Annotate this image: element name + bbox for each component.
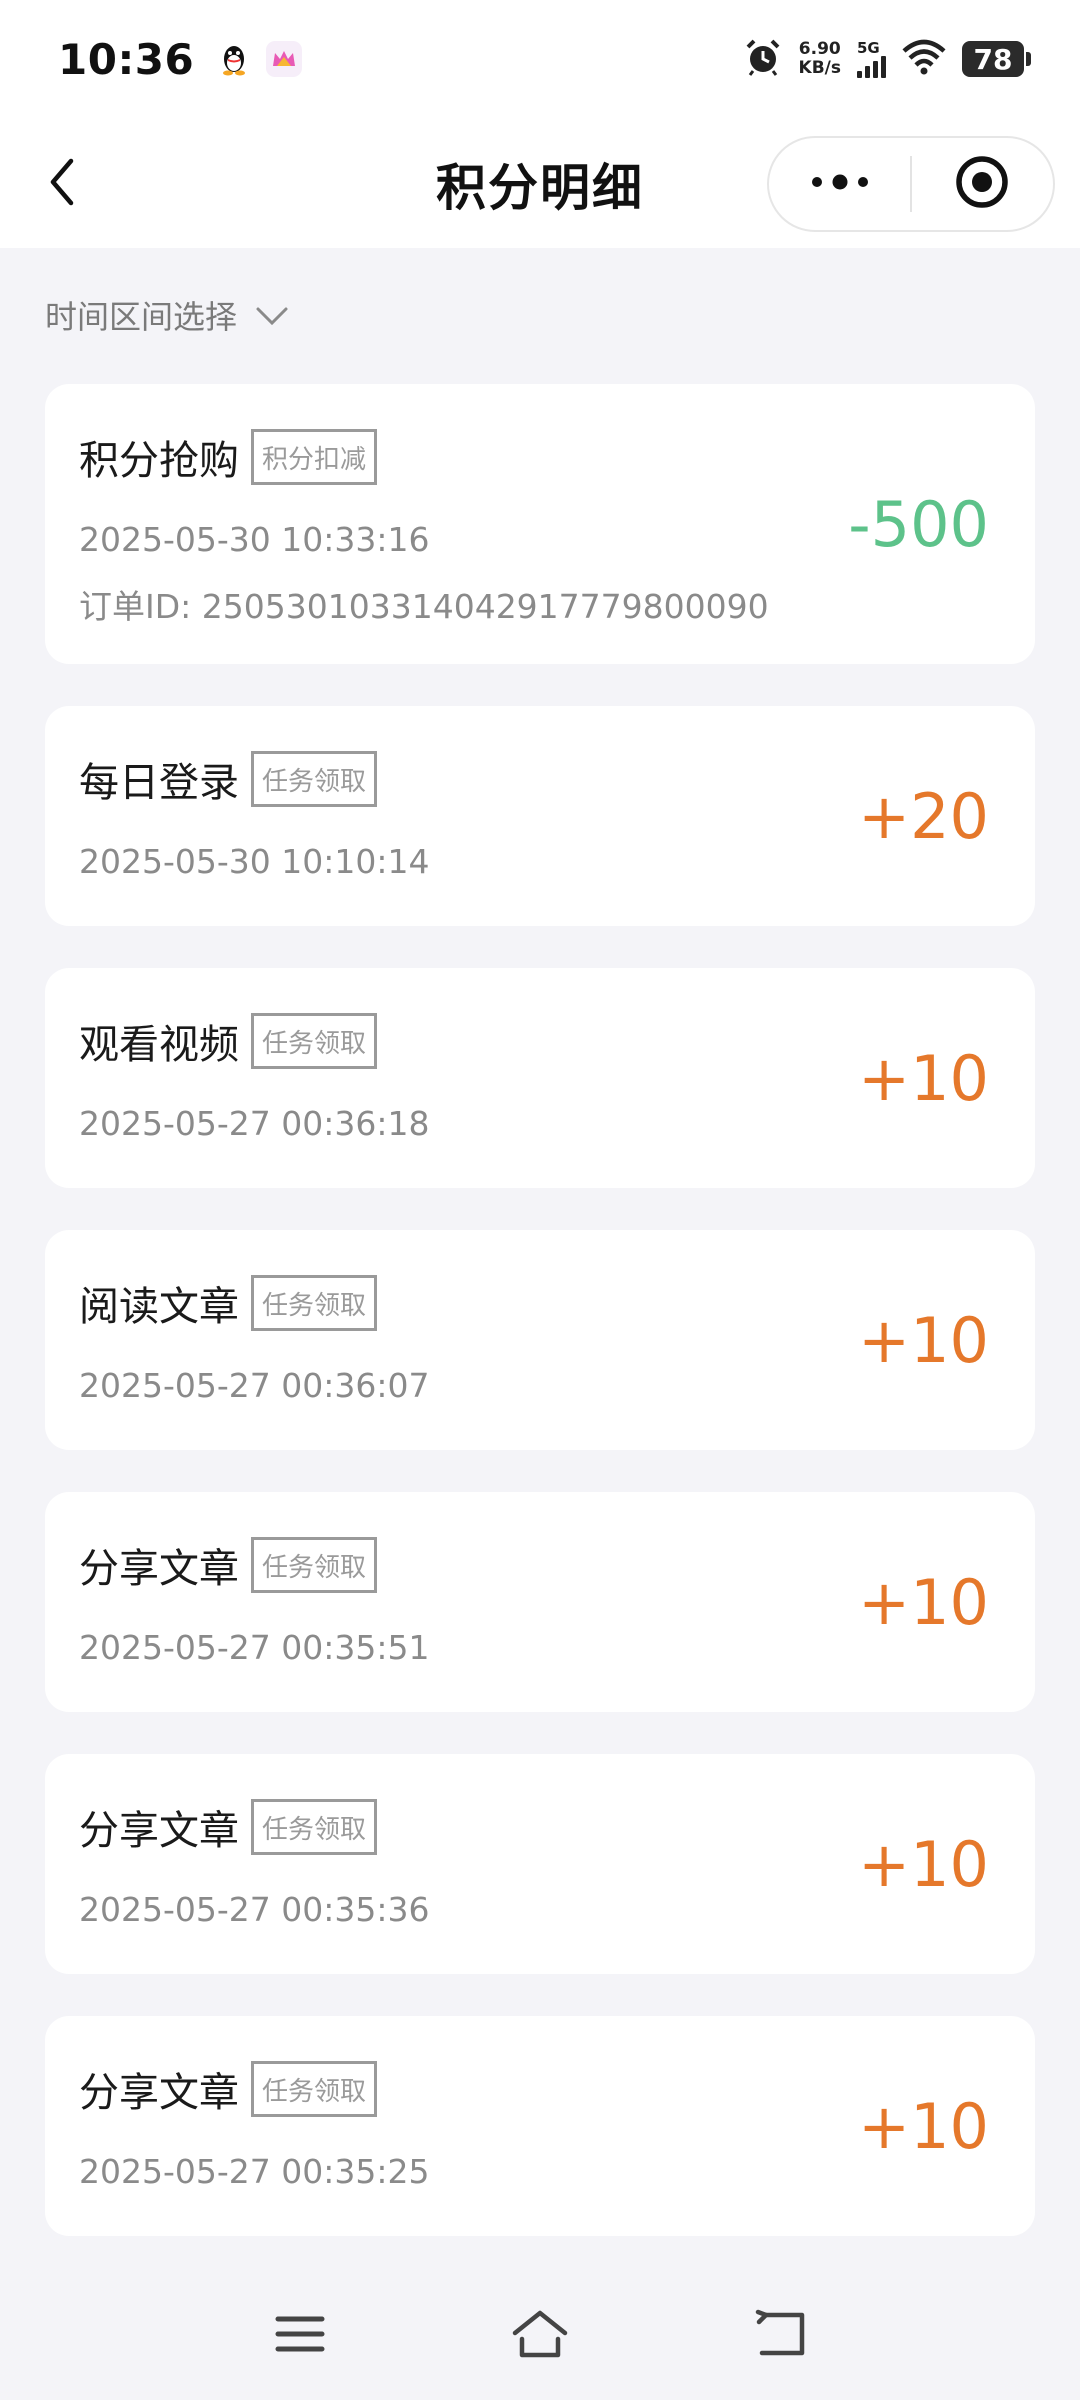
record-time: 2025-05-27 00:35:36 — [79, 1890, 430, 1929]
record-tag: 任务领取 — [251, 1537, 378, 1593]
target-circle-icon — [954, 154, 1010, 214]
record-amount: +10 — [858, 1042, 989, 1115]
system-navigation-bar — [0, 2268, 1080, 2400]
record-card[interactable]: 分享文章 任务领取 2025-05-27 00:35:51 +10 — [45, 1492, 1035, 1712]
menu-button[interactable] — [260, 2296, 340, 2376]
qq-penguin-icon — [216, 41, 253, 77]
record-time: 2025-05-27 00:35:51 — [79, 1628, 430, 1667]
record-title: 分享文章 — [79, 1546, 239, 1592]
net-speed-value: 6.90 — [798, 39, 841, 59]
record-time: 2025-05-30 10:33:16 — [79, 520, 430, 559]
record-card[interactable]: 阅读文章 任务领取 2025-05-27 00:36:07 +10 — [45, 1230, 1035, 1450]
record-title-row: 观看视频 任务领取 — [79, 1012, 378, 1070]
back-nav-button[interactable] — [740, 2296, 820, 2376]
record-card[interactable]: 观看视频 任务领取 2025-05-27 00:36:18 +10 — [45, 968, 1035, 1188]
crown-app-icon — [266, 41, 303, 77]
record-tag: 任务领取 — [251, 1275, 378, 1331]
record-title-row: 每日登录 任务领取 — [79, 750, 378, 808]
record-tag: 任务领取 — [251, 1799, 378, 1855]
record-amount: -500 — [848, 488, 989, 561]
home-icon — [510, 2309, 570, 2363]
status-bar: 10:36 6.90 KB/s 5G 78 — [0, 0, 1080, 118]
net-speed-unit: KB/s — [798, 58, 841, 78]
close-mini-program-button[interactable] — [912, 138, 1053, 230]
record-amount: +10 — [858, 2090, 989, 2163]
record-order-id: 订单ID: 25053010331404291777980009​0 — [79, 587, 769, 626]
record-amount: +20 — [858, 780, 989, 853]
record-time: 2025-05-27 00:35:25 — [79, 2152, 430, 2191]
record-time: 2025-05-27 00:36:07 — [79, 1366, 430, 1405]
record-title-row: 分享文章 任务领取 — [79, 2060, 378, 2118]
network-type: 5G — [857, 38, 880, 57]
record-title: 观看视频 — [79, 1022, 239, 1068]
record-title: 每日登录 — [79, 760, 239, 806]
record-amount: +10 — [858, 1828, 989, 1901]
record-card[interactable]: 每日登录 任务领取 2025-05-30 10:10:14 +20 — [45, 706, 1035, 926]
record-card[interactable]: 分享文章 任务领取 2025-05-27 00:35:25 +10 — [45, 2016, 1035, 2236]
alarm-clock-icon — [743, 37, 783, 81]
battery-indicator: 78 — [962, 41, 1031, 77]
record-title: 分享文章 — [79, 2070, 239, 2116]
record-title-row: 分享文章 任务领取 — [79, 1798, 378, 1856]
record-tag: 任务领取 — [251, 1013, 378, 1069]
record-amount: +10 — [858, 1304, 989, 1377]
record-card[interactable]: 分享文章 任务领取 2025-05-27 00:35:36 +10 — [45, 1754, 1035, 1974]
wifi-icon — [902, 39, 946, 79]
net-speed: 6.90 KB/s — [799, 40, 841, 78]
record-card[interactable]: 积分抢购 积分扣减 2025-05-30 10:33:16 订单ID: 2505… — [45, 384, 1035, 664]
record-title-row: 阅读文章 任务领取 — [79, 1274, 378, 1332]
record-time: 2025-05-27 00:36:18 — [79, 1104, 430, 1143]
record-tag: 任务领取 — [251, 751, 378, 807]
record-title: 积分抢购 — [79, 438, 239, 484]
nav-bar: 积分明细 — [0, 118, 1080, 248]
signal-bars-icon — [857, 55, 886, 78]
record-amount: +10 — [858, 1566, 989, 1639]
home-button[interactable] — [500, 2296, 580, 2376]
cellular-signal: 5G — [857, 38, 886, 78]
record-title: 阅读文章 — [79, 1284, 239, 1330]
more-dots-icon — [809, 174, 871, 194]
record-tag: 任务领取 — [251, 2061, 378, 2117]
record-title-row: 积分抢购 积分扣减 — [79, 428, 378, 486]
time-range-filter[interactable]: 时间区间选择 — [45, 292, 289, 338]
filter-label: 时间区间选择 — [45, 298, 238, 336]
record-tag: 积分扣减 — [251, 429, 378, 485]
more-button[interactable] — [769, 138, 910, 230]
status-time: 10:36 — [58, 34, 195, 84]
status-app-icons — [216, 41, 303, 77]
return-arrow-icon — [752, 2309, 808, 2363]
chevron-down-icon — [255, 296, 289, 334]
record-time: 2025-05-30 10:10:14 — [79, 842, 430, 881]
status-right: 6.90 KB/s 5G 78 — [743, 37, 1031, 81]
mini-program-capsule — [767, 136, 1055, 232]
record-title-row: 分享文章 任务领取 — [79, 1536, 378, 1594]
record-title: 分享文章 — [79, 1808, 239, 1854]
menu-lines-icon — [275, 2314, 325, 2358]
